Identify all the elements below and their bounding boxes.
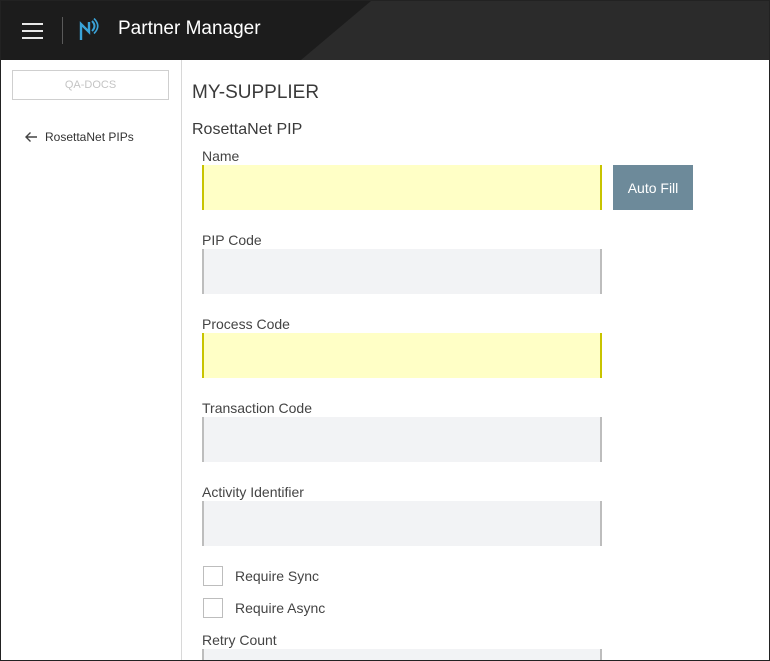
tenant-selector[interactable]: QA-DOCS bbox=[12, 70, 169, 100]
back-to-rosettanet-pips-link[interactable]: RosettaNet PIPs bbox=[24, 130, 134, 144]
section-title: RosettaNet PIP bbox=[192, 121, 303, 138]
auto-fill-button[interactable]: Auto Fill bbox=[613, 165, 693, 210]
back-link-label: RosettaNet PIPs bbox=[45, 130, 134, 144]
transaction-code-input[interactable] bbox=[202, 417, 602, 462]
activity-identifier-input[interactable] bbox=[202, 501, 602, 546]
main-content: MY-SUPPLIER RosettaNet PIP Name Auto Fil… bbox=[182, 60, 769, 660]
name-input[interactable] bbox=[202, 165, 602, 210]
retry-count-input[interactable] bbox=[202, 649, 602, 660]
require-async-checkbox-row[interactable]: Require Async bbox=[203, 598, 325, 618]
app-window: Partner Manager QA-DOCS RosettaNet PIPs … bbox=[0, 0, 770, 661]
top-header: Partner Manager bbox=[1, 1, 769, 60]
arrow-left-icon bbox=[25, 132, 37, 142]
header-divider bbox=[62, 17, 63, 44]
require-sync-checkbox[interactable] bbox=[203, 566, 223, 586]
require-async-label: Require Async bbox=[235, 600, 326, 616]
require-sync-label: Require Sync bbox=[235, 568, 320, 584]
partner-manager-logo-icon bbox=[79, 18, 99, 40]
require-sync-checkbox-row[interactable]: Require Sync bbox=[203, 566, 319, 586]
process-code-input[interactable] bbox=[202, 333, 602, 378]
name-label: Name bbox=[202, 148, 240, 164]
pip-code-input[interactable] bbox=[202, 249, 602, 294]
hamburger-menu-icon[interactable] bbox=[22, 22, 44, 39]
require-async-checkbox[interactable] bbox=[203, 598, 223, 618]
pip-code-label: PIP Code bbox=[202, 232, 262, 248]
retry-count-label: Retry Count bbox=[202, 632, 277, 648]
activity-identifier-label: Activity Identifier bbox=[202, 484, 304, 500]
sidebar: QA-DOCS RosettaNet PIPs bbox=[1, 60, 182, 660]
app-title: Partner Manager bbox=[118, 18, 261, 39]
transaction-code-label: Transaction Code bbox=[202, 400, 312, 416]
process-code-label: Process Code bbox=[202, 316, 290, 332]
partner-name-title: MY-SUPPLIER bbox=[192, 82, 320, 103]
